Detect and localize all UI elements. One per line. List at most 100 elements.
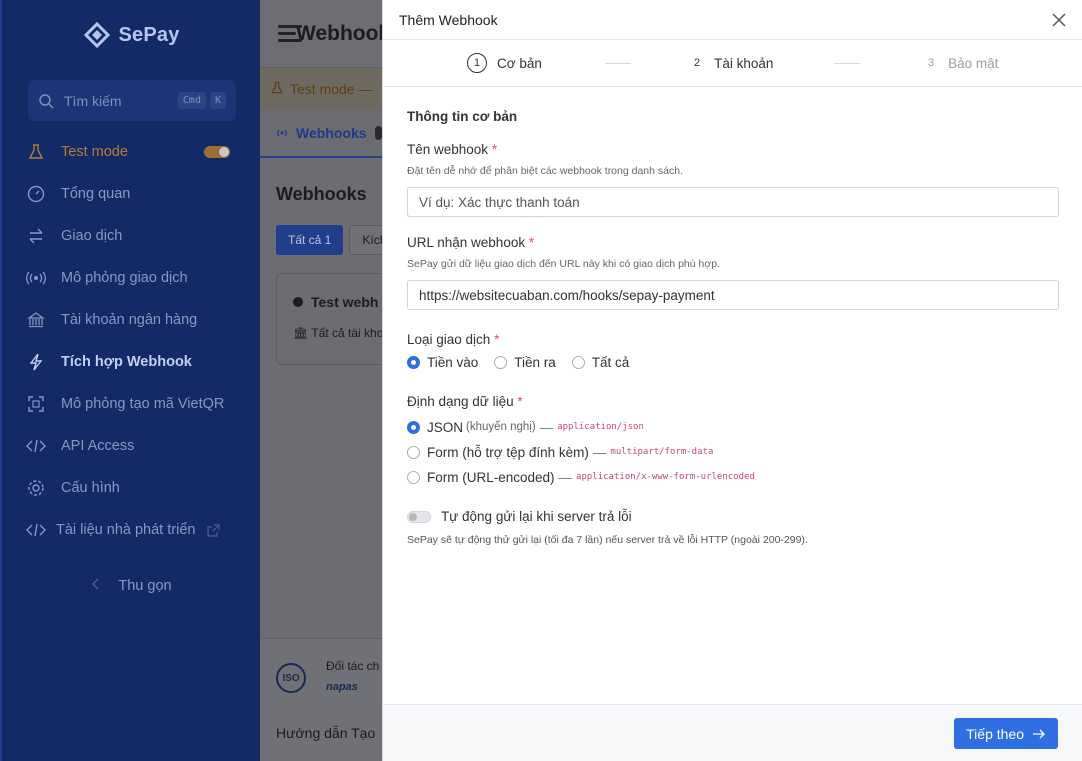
webhook-url-input[interactable] [407,280,1059,310]
footer-links[interactable]: Hướng dẫn Tạo [276,725,375,741]
label-text: URL nhận webhook [407,235,526,250]
radio-label: Form (URL-encoded) [427,469,555,485]
chevron-left-icon [92,578,100,594]
mime-type: application/x-www-form-urlencoded [576,472,755,482]
filter-all-button[interactable]: Tất cả 1 [276,225,344,255]
test-mode-text: Test mode — [290,81,373,97]
radio-indicator [407,420,420,434]
bolt-icon [26,352,46,372]
radio-label: Tiền ra [514,355,556,370]
page-title: Webhooks [296,21,382,45]
section-heading: Webhooks [276,184,367,204]
radio-outgoing[interactable]: Tiền ra [494,355,556,370]
sidebar-item-settings[interactable]: Cấu hình [2,467,262,509]
auto-retry-row: Tự động gửi lại khi server trả lỗi [407,509,1058,524]
radio-all[interactable]: Tất cả [571,355,630,370]
recommended-hint: (khuyến nghị) [466,421,536,433]
webhook-card[interactable]: Test webh 🏛 Tất cả tài kho [276,273,382,365]
transfer-icon [26,226,46,246]
radio-format-multipart[interactable]: Form (hỗ trợ tệp đính kèm) — multipart/f… [407,444,1058,460]
close-icon[interactable] [1050,11,1068,29]
step-basic[interactable]: 1 Cơ bản [467,40,542,86]
status-dot [293,297,303,307]
bank-icon [26,310,46,330]
auto-retry-toggle[interactable] [407,510,431,523]
sidebar-item-api-access[interactable]: API Access [2,425,262,467]
step-number: 1 [467,53,487,73]
webhook-name-label: Tên webhook * [407,142,1058,157]
search-input[interactable]: Tìm kiếm Cmd K [28,80,236,121]
modal-title: Thêm Webhook [399,11,498,28]
separator: — [592,444,607,460]
flask-icon [26,142,46,162]
required-mark: * [517,394,523,409]
radio-indicator [407,470,420,484]
brand-logo[interactable]: SePay [2,22,262,48]
radio-label: Form (hỗ trợ tệp đính kèm) [427,444,589,460]
sidebar-item-webhook[interactable]: Tích hợp Webhook [2,341,262,383]
auto-retry-label: Tự động gửi lại khi server trả lỗi [441,509,632,524]
label-text: Tên webhook [407,142,489,157]
step-accounts[interactable]: 2 Tài khoản [694,40,773,86]
sidebar-item-overview[interactable]: Tổng quan [2,173,262,215]
sidebar-item-label: Mô phỏng giao dịch [61,270,188,286]
radio-indicator [407,356,420,369]
separator: — [539,419,554,435]
data-format-label: Định dạng dữ liệu * [407,394,1058,409]
broadcast-icon [26,268,46,288]
radio-label: Tất cả [591,355,630,370]
webhook-card-sub: 🏛 Tất cả tài kho [293,326,382,340]
sepay-logo-icon [84,22,111,48]
qr-icon [26,394,46,414]
step-number: 3 [928,57,935,69]
transaction-type-group: Tiền vào Tiền ra Tất cả [407,355,1058,370]
iso-logo: ISO [276,663,306,693]
transaction-type-label: Loại giao dịch * [407,332,1058,347]
arrow-right-icon [1033,729,1045,738]
shortcut-k: K [209,92,226,109]
webhook-name-input[interactable] [407,187,1059,217]
sidebar-item-label: Test mode [61,144,128,160]
radio-label: JSON [427,419,464,435]
required-mark: * [528,235,535,250]
tab-webhooks[interactable]: Webhooks [260,110,382,158]
tab-count-badge [374,126,382,140]
step-number: 2 [694,57,701,69]
sidebar-item-label: API Access [61,438,135,454]
mime-type: multipart/form-data [610,447,714,457]
step-security[interactable]: 3 Bảo mật [928,40,998,86]
step-divider [605,63,631,64]
sidebar-item-label: Mô phỏng tạo mã VietQR [61,396,225,412]
sidebar-item-bank-accounts[interactable]: Tài khoản ngân hàng [2,299,262,341]
mime-type: application/json [557,422,644,432]
webhook-url-help: SePay gửi dữ liệu giao dịch đến URL này … [407,258,720,270]
step-label: Tài khoản [714,55,774,71]
background-page: Webhooks Test mode — Webhooks Webhooks T… [260,0,382,761]
collapse-sidebar-button[interactable]: Thu gọn [2,578,262,594]
sidebar-item-label: Giao dịch [61,228,123,244]
required-mark: * [491,142,498,157]
sidebar-item-developer-docs[interactable]: Tài liệu nhà phát triển [2,509,262,551]
sidebar-item-simulate-transaction[interactable]: Mô phỏng giao dịch [2,257,262,299]
radio-indicator [407,445,420,459]
required-mark: * [494,332,500,347]
test-mode-toggle[interactable] [204,146,230,158]
sidebar-item-test-mode[interactable]: Test mode [2,131,262,173]
label-text: Định dạng dữ liệu [407,394,514,409]
external-link-icon [207,523,221,537]
sidebar-item-vietqr[interactable]: Mô phỏng tạo mã VietQR [2,383,262,425]
filter-bar: Tất cả 1 Kích [260,225,382,255]
filter-active-button[interactable]: Kích [349,225,382,255]
next-button[interactable]: Tiếp theo [954,718,1058,749]
sidebar-item-transactions[interactable]: Giao dịch [2,215,262,257]
radio-format-json[interactable]: JSON (khuyến nghị) — application/json [407,419,1058,435]
broadcast-icon [274,126,290,140]
radio-incoming[interactable]: Tiền vào [407,355,478,370]
test-mode-banner: Test mode — [260,68,382,110]
partner-label: Đối tác ch [326,659,380,673]
search-placeholder: Tìm kiếm [64,92,122,109]
stepper: 1 Cơ bản 2 Tài khoản 3 Bảo mật [383,40,1082,87]
modal-body: Thông tin cơ bản Tên webhook * Đặt tên d… [383,87,1082,546]
next-button-label: Tiếp theo [966,725,1024,742]
radio-format-urlencoded[interactable]: Form (URL-encoded) — application/x-www-f… [407,469,1058,485]
